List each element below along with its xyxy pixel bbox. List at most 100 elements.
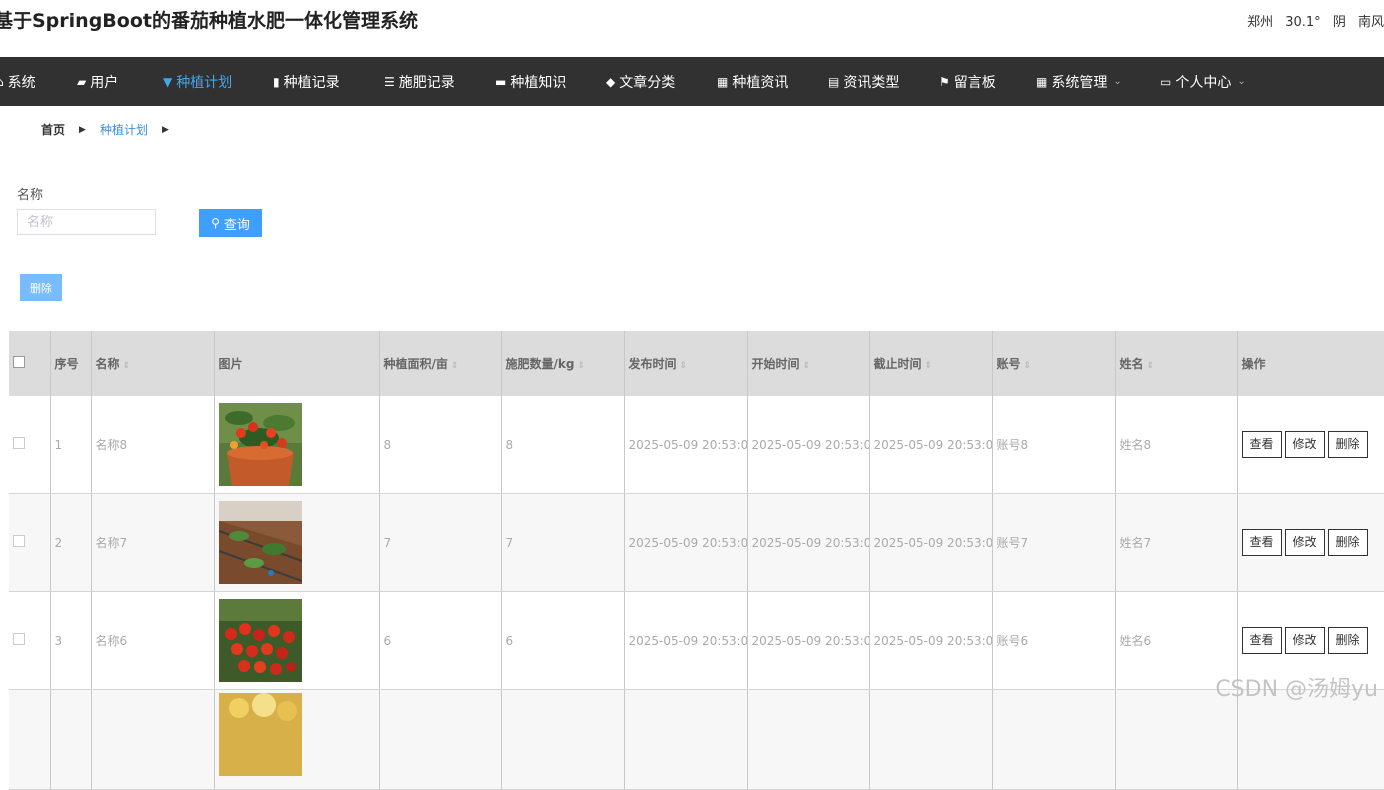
cell-publish-time: 2025-05-09 20:53:00 — [624, 493, 748, 592]
cell-account: 账号8 — [992, 396, 1116, 494]
tag-icon: ◆ — [606, 74, 616, 89]
cell-area — [379, 689, 502, 790]
cell-start-time: 2025-05-09 20:53:00 — [747, 591, 870, 690]
search-input[interactable] — [17, 209, 156, 235]
col-header[interactable]: 截止时间 ⇕ — [869, 331, 993, 396]
monitor-icon: ▬ — [495, 74, 507, 89]
cell-fertilizer: 6 — [501, 591, 625, 690]
view-button[interactable]: 查看 — [1241, 529, 1282, 556]
col-label: 施肥数量/kg — [505, 357, 575, 371]
sort-icon[interactable]: ⇕ — [123, 361, 131, 371]
sort-icon[interactable]: ⇕ — [1024, 361, 1032, 371]
sort-icon[interactable]: ⇕ — [680, 361, 688, 371]
query-button-label: 查询 — [223, 217, 250, 233]
nav-label: 种植记录 — [283, 74, 340, 91]
table-row — [9, 689, 1384, 790]
col-header[interactable]: 姓名 ⇕ — [1115, 331, 1238, 396]
col-header[interactable]: 账号 ⇕ — [992, 331, 1116, 396]
delete-button[interactable]: 删除 — [1327, 529, 1368, 556]
breadcrumb-home[interactable]: 首页 — [41, 121, 65, 138]
chevron-right-icon: ▶ — [161, 124, 169, 135]
query-button[interactable]: ⚲ 查询 — [199, 209, 262, 237]
edit-button[interactable]: 修改 — [1284, 431, 1325, 458]
nav-item-personal-center[interactable]: ▭ 个人中心 ⌄ — [1160, 57, 1246, 106]
row-checkbox[interactable] — [13, 535, 25, 547]
view-button[interactable]: 查看 — [1241, 431, 1282, 458]
cell-fertilizer: 7 — [501, 493, 625, 592]
nav-label: 种植知识 — [510, 74, 567, 91]
cell-index: 3 — [50, 591, 92, 690]
col-header: 序号 — [50, 331, 92, 396]
nav-label: 施肥记录 — [398, 74, 455, 91]
cell-actions — [1237, 689, 1384, 790]
nav-item-planting-record[interactable]: ▮ 种植记录 — [273, 57, 340, 106]
edit-button[interactable]: 修改 — [1284, 529, 1325, 556]
delete-button[interactable]: 删除 — [1327, 627, 1368, 654]
col-header: 图片 — [214, 331, 380, 396]
col-header[interactable]: 发布时间 ⇕ — [624, 331, 748, 396]
apps-icon: ▦ — [1036, 74, 1048, 89]
weather-wind: 南风 — [1357, 15, 1384, 30]
nav-item-message-board[interactable]: ⚑ 留言板 — [939, 57, 996, 106]
cell-image — [214, 689, 380, 790]
sort-icon[interactable]: ⇕ — [925, 361, 933, 371]
delete-button[interactable]: 删除 — [1327, 431, 1368, 458]
nav-item-system-management[interactable]: ▦ 系统管理 ⌄ — [1036, 57, 1122, 106]
nav-label: 留言板 — [953, 74, 996, 91]
cell-publish-time — [624, 689, 748, 790]
edit-button[interactable]: 修改 — [1284, 627, 1325, 654]
nav-item-planting-plan[interactable]: ▼ 种植计划 — [163, 57, 232, 106]
col-label: 姓名 — [1119, 357, 1144, 371]
cell-end-time — [869, 689, 993, 790]
row-checkbox[interactable] — [13, 437, 25, 449]
nav-label: 系统 — [7, 74, 36, 91]
cell-person — [1115, 689, 1238, 790]
row-checkbox[interactable] — [13, 633, 25, 645]
col-header[interactable]: 开始时间 ⇕ — [747, 331, 870, 396]
chevron-down-icon: ⌄ — [1113, 76, 1122, 87]
sort-icon[interactable]: ⇕ — [577, 361, 585, 371]
flag-icon: ⚑ — [939, 74, 950, 89]
select-all-checkbox[interactable] — [13, 356, 25, 368]
nav-item-user[interactable]: ▰ 用户 — [77, 57, 118, 106]
col-header: 操作 — [1237, 331, 1384, 396]
cell-start-time: 2025-05-09 20:53:00 — [747, 493, 870, 592]
row-select-cell — [9, 396, 51, 494]
cell-fertilizer — [501, 689, 625, 790]
grid-icon: ▦ — [717, 74, 729, 89]
book-icon: ▮ — [273, 74, 280, 89]
cell-start-time — [747, 689, 870, 790]
cell-image — [214, 396, 380, 494]
nav-item-article-category[interactable]: ◆ 文章分类 — [606, 57, 675, 106]
col-header[interactable]: 名称 ⇕ — [91, 331, 215, 396]
breadcrumb-current[interactable]: 种植计划 — [100, 121, 148, 138]
nav-label: 用户 — [90, 74, 119, 91]
nav-item-fertilizer-record[interactable]: ☰ 施肥记录 — [384, 57, 455, 106]
cell-account: 账号7 — [992, 493, 1116, 592]
search-label: 名称 — [17, 188, 44, 203]
sort-icon[interactable]: ⇕ — [803, 361, 811, 371]
nav-item-system[interactable]: ⌂ 系统 — [0, 57, 36, 106]
sort-icon[interactable]: ⇕ — [1147, 361, 1155, 371]
nav-item-planting-knowledge[interactable]: ▬ 种植知识 — [495, 57, 566, 106]
view-button[interactable]: 查看 — [1241, 627, 1282, 654]
yellow-tomatoes-image — [218, 693, 302, 776]
col-label: 种植面积/亩 — [383, 357, 448, 371]
nav-item-news-type[interactable]: ▤ 资讯类型 — [828, 57, 899, 106]
col-header[interactable]: 施肥数量/kg ⇕ — [501, 331, 625, 396]
cell-person: 姓名7 — [1115, 493, 1238, 592]
cell-area: 7 — [379, 493, 502, 592]
col-label: 账号 — [996, 357, 1021, 371]
weather-widget: 郑州 30.1° 阴 南风 — [1239, 11, 1384, 30]
cell-account: 账号6 — [992, 591, 1116, 690]
batch-delete-button[interactable]: 删除 — [20, 274, 62, 301]
cell-account — [992, 689, 1116, 790]
chevron-down-icon: ⌄ — [1237, 76, 1246, 87]
col-header[interactable]: 种植面积/亩 ⇕ — [379, 331, 502, 396]
sort-icon[interactable]: ⇕ — [451, 361, 459, 371]
site-title: 基于SpringBoot的番茄种植水肥一体化管理系统 — [0, 10, 418, 32]
nav-label: 系统管理 — [1051, 74, 1108, 91]
cell-area: 8 — [379, 396, 502, 494]
col-label: 截止时间 — [873, 357, 922, 371]
nav-item-planting-news[interactable]: ▦ 种植资讯 — [717, 57, 788, 106]
